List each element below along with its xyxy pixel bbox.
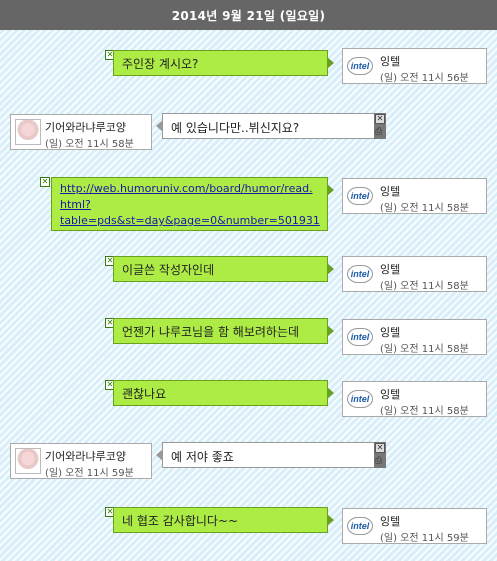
- message-text: 언젠가 냐루코님을 함 해보려하는데: [122, 325, 300, 339]
- print-icon[interactable]: ⎙: [375, 128, 385, 137]
- message-text: 네 협조 감사합니다~~: [122, 514, 239, 528]
- message-link[interactable]: http://web.humoruniv.com/board/humor/rea…: [60, 181, 325, 229]
- sender-card: intel 잉텔 (일) 오전 11시 58분: [342, 178, 487, 214]
- intel-logo-icon: intel: [347, 187, 373, 205]
- message-time: (일) 오전 11시 58분: [380, 406, 469, 417]
- message-time: (일) 오전 11시 58분: [45, 139, 134, 150]
- sender-card: intel 잉텔 (일) 오전 11시 59분: [342, 508, 487, 544]
- avatar: [15, 448, 41, 474]
- close-x-icon[interactable]: ✕: [375, 114, 385, 124]
- message-bubble-outgoing: 언젠가 냐루코님을 함 해보려하는데: [113, 318, 334, 344]
- receiver-card: 기어와라냐루코양 (일) 오전 11시 59분: [10, 443, 152, 479]
- message-bubble-incoming: 예 저야 좋죠: [156, 442, 375, 468]
- message-time: (일) 오전 11시 58분: [380, 344, 469, 355]
- sender-name: 잉텔: [380, 388, 401, 401]
- receiver-name: 기어와라냐루코양: [45, 121, 126, 134]
- chat-thread: ✕ 주인장 계시오? intel 잉텔 (일) 오전 11시 56분 기어와라냐…: [0, 30, 497, 561]
- sender-name: 잉텔: [380, 185, 401, 198]
- sender-name: 잉텔: [380, 326, 401, 339]
- sender-name: 잉텔: [380, 263, 401, 276]
- date-header: 2014년 9월 21일 (일요일): [0, 0, 497, 30]
- message-time: (일) 오전 11시 59분: [45, 468, 134, 479]
- intel-logo-icon: intel: [347, 328, 373, 346]
- message-bubble-outgoing: 네 협조 감사합니다~~: [113, 507, 334, 533]
- receiver-name: 기어와라냐루코양: [45, 450, 126, 463]
- message-bubble-outgoing: http://web.humoruniv.com/board/humor/rea…: [51, 177, 334, 231]
- intel-logo-icon: intel: [347, 390, 373, 408]
- message-text: 주인장 계시오?: [122, 57, 199, 71]
- avatar: [15, 119, 41, 145]
- delete-message-icon[interactable]: ✕: [40, 177, 50, 187]
- message-text: 이글쓴 작성자인데: [122, 263, 215, 277]
- link-line-3: table=pds&st=day&page=0&number=501931: [60, 214, 320, 227]
- message-time: (일) 오전 11시 59분: [380, 533, 469, 544]
- sender-card: intel 잉텔 (일) 오전 11시 58분: [342, 319, 487, 355]
- sender-card: intel 잉텔 (일) 오전 11시 58분: [342, 381, 487, 417]
- message-text: 예 있습니다만..뷔신지요?: [171, 121, 300, 135]
- sender-card: intel 잉텔 (일) 오전 11시 58분: [342, 256, 487, 292]
- message-bubble-outgoing: 이글쓴 작성자인데: [113, 256, 334, 282]
- intel-logo-icon: intel: [347, 57, 373, 75]
- close-x-icon[interactable]: ✕: [375, 443, 385, 453]
- print-icon[interactable]: ⎙: [375, 457, 385, 466]
- intel-logo-icon: intel: [347, 517, 373, 535]
- message-text: 예 저야 좋죠: [171, 450, 234, 464]
- sender-name: 잉텔: [380, 55, 401, 68]
- message-bubble-incoming: 예 있습니다만..뷔신지요?: [156, 113, 375, 139]
- message-time: (일) 오전 11시 58분: [380, 281, 469, 292]
- message-text: 괜찮나요: [122, 387, 167, 401]
- link-line-2: html?: [60, 198, 91, 211]
- intel-logo-icon: intel: [347, 265, 373, 283]
- message-time: (일) 오전 11시 58분: [380, 203, 469, 214]
- receiver-card: 기어와라냐루코양 (일) 오전 11시 58분: [10, 114, 152, 150]
- sender-name: 잉텔: [380, 515, 401, 528]
- sender-card: intel 잉텔 (일) 오전 11시 56분: [342, 48, 487, 84]
- link-line-1: http://web.humoruniv.com/board/humor/rea…: [60, 182, 313, 195]
- message-time: (일) 오전 11시 56분: [380, 73, 469, 84]
- message-bubble-outgoing: 주인장 계시오?: [113, 50, 334, 76]
- message-bubble-outgoing: 괜찮나요: [113, 380, 334, 406]
